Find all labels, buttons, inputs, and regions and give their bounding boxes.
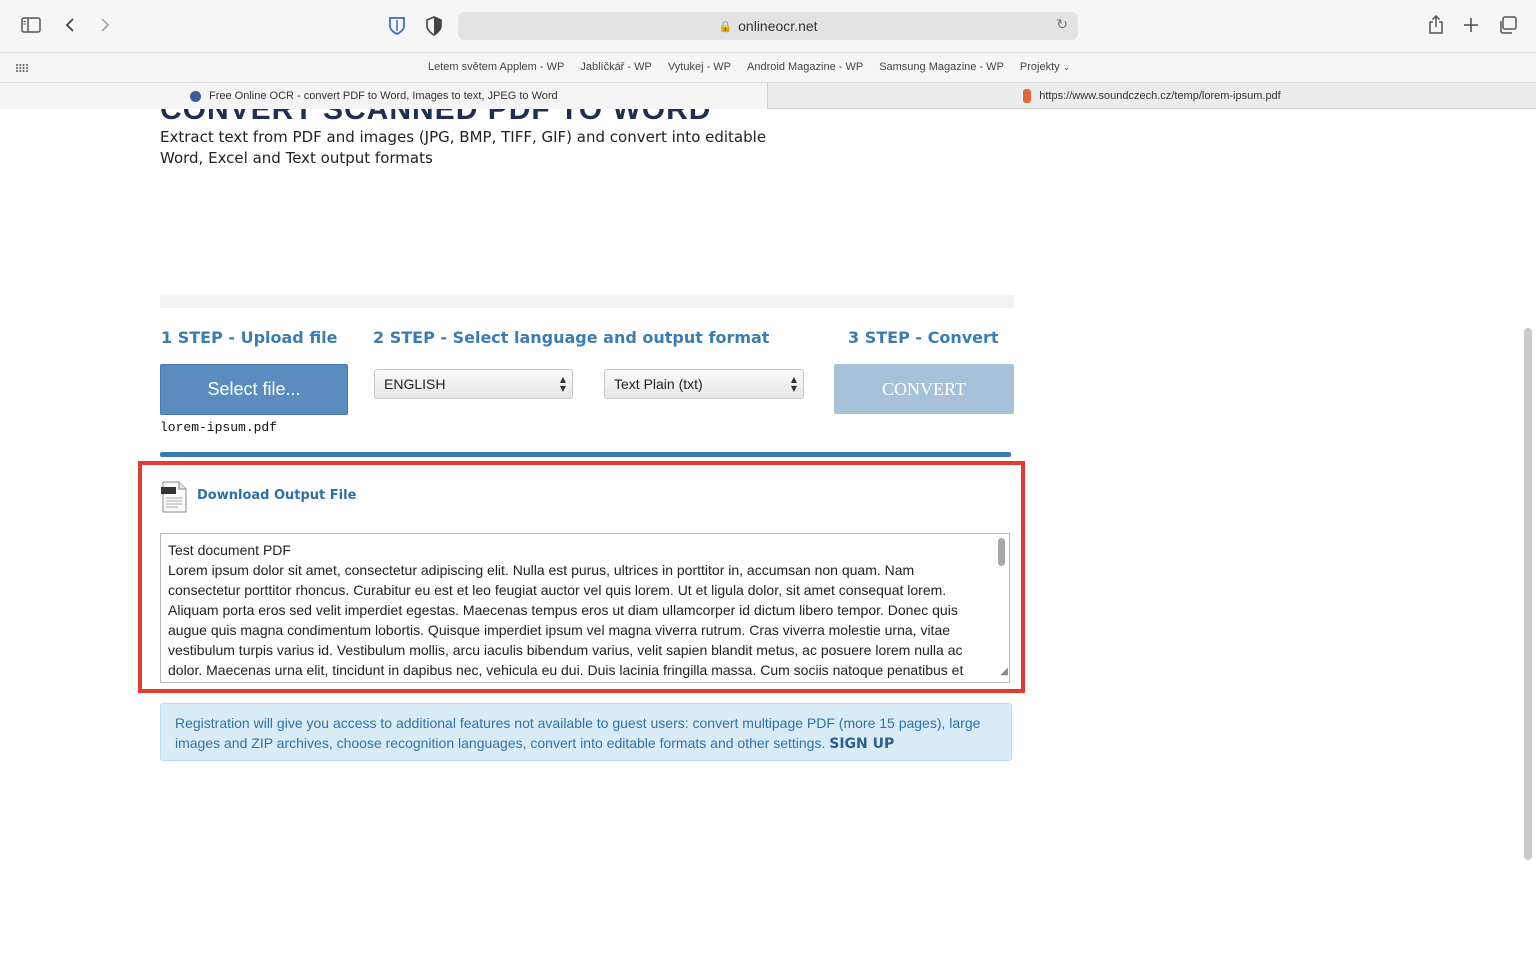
- select-arrows-icon: ▲ ▼: [559, 375, 566, 393]
- page-subtitle: Extract text from PDF and images (JPG, B…: [160, 128, 767, 167]
- selected-file-name: lorem-ipsum.pdf: [160, 420, 278, 435]
- select-file-button[interactable]: Select file...: [160, 364, 348, 415]
- language-select[interactable]: ENGLISH ▲ ▼: [374, 369, 573, 399]
- bitwarden-shield-icon[interactable]: [387, 15, 407, 37]
- output-line: consectetur porttitor rhoncus. Curabitur…: [168, 582, 947, 598]
- output-line: Test document PDF: [168, 542, 291, 558]
- step-1-heading: 1 STEP - Upload file: [161, 328, 338, 347]
- sidebar-icon[interactable]: [20, 16, 42, 34]
- plus-icon[interactable]: [1461, 15, 1481, 35]
- tab-title: https://www.soundczech.cz/temp/lorem-ips…: [1039, 90, 1281, 102]
- textarea-scrollbar[interactable]: [998, 538, 1005, 566]
- registration-notice: Registration will give you access to add…: [160, 703, 1012, 761]
- page-scrollbar[interactable]: [1524, 328, 1532, 860]
- share-icon[interactable]: [1426, 14, 1446, 36]
- tab-onlineocr[interactable]: Free Online OCR - convert PDF to Word, I…: [0, 83, 768, 109]
- page-title: CONVERT SCANNED PDF TO WORD: [160, 109, 712, 126]
- output-line: dolor. Maecenas urna elit, tincidunt in …: [168, 662, 964, 678]
- favorites-bar: Letem světem Applem - WP Jablíčkář - WP …: [0, 52, 1536, 82]
- site-favicon-icon: [190, 90, 201, 102]
- language-value: ENGLISH: [384, 376, 446, 392]
- select-arrows-icon: ▲ ▼: [790, 375, 797, 393]
- step-2-heading: 2 STEP - Select language and output form…: [373, 328, 770, 347]
- site-favicon-icon: [1023, 89, 1032, 103]
- tabs-overview-icon[interactable]: [1497, 15, 1519, 35]
- tab-soundczech[interactable]: https://www.soundczech.cz/temp/lorem-ips…: [768, 83, 1536, 109]
- favorite-item[interactable]: Jablíčkář - WP: [580, 61, 652, 73]
- favorite-item[interactable]: Samsung Magazine - WP: [879, 61, 1004, 73]
- output-line: Aliquam porta eros sed velit imperdiet e…: [168, 602, 958, 618]
- output-textarea[interactable]: Test document PDF Lorem ipsum dolor sit …: [160, 533, 1010, 683]
- browser-toolbar: 🔒 onlineocr.net ↻: [0, 0, 1536, 52]
- sign-up-link[interactable]: SIGN UP: [829, 736, 894, 752]
- favorite-item[interactable]: Letem světem Applem - WP: [428, 61, 564, 73]
- chevron-down-icon: ⌄: [1062, 63, 1071, 73]
- reload-icon[interactable]: ↻: [1056, 17, 1068, 33]
- output-line: vestibulum turpis varius id. Vestibulum …: [168, 642, 963, 658]
- tab-title: Free Online OCR - convert PDF to Word, I…: [209, 90, 558, 102]
- download-output-link[interactable]: Download Output File: [197, 488, 356, 503]
- favorite-item[interactable]: Vytukej - WP: [668, 61, 731, 73]
- output-line: Lorem ipsum dolor sit amet, consectetur …: [168, 562, 915, 578]
- section-divider: [160, 295, 1014, 308]
- address-bar[interactable]: 🔒 onlineocr.net ↻: [458, 12, 1078, 40]
- lock-icon: 🔒: [718, 19, 733, 33]
- favorite-folder-label: Projekty: [1019, 61, 1060, 73]
- tab-bar: Free Online OCR - convert PDF to Word, I…: [0, 82, 1536, 109]
- chevron-right-icon[interactable]: [97, 15, 113, 35]
- progress-bar: [160, 452, 1011, 457]
- chevron-left-icon[interactable]: [62, 15, 78, 35]
- favorite-item[interactable]: Android Magazine - WP: [747, 61, 863, 73]
- output-line: augue quis magna condimentum lobortis. Q…: [168, 622, 951, 638]
- privacy-shield-icon[interactable]: [424, 15, 444, 37]
- txt-document-icon[interactable]: [160, 481, 188, 513]
- resize-handle-icon[interactable]: ◢: [1000, 662, 1008, 682]
- convert-button[interactable]: CONVERT: [834, 364, 1014, 414]
- output-format-select[interactable]: Text Plain (txt) ▲ ▼: [604, 369, 804, 399]
- step-3-heading: 3 STEP - Convert: [848, 328, 999, 347]
- page-content: CONVERT SCANNED PDF TO WORD Extract text…: [0, 109, 1536, 960]
- favorite-folder-projekty[interactable]: Projekty ⌄: [1020, 61, 1070, 73]
- grid-icon[interactable]: [14, 61, 30, 75]
- output-format-value: Text Plain (txt): [614, 376, 703, 392]
- url-text: onlineocr.net: [738, 18, 818, 34]
